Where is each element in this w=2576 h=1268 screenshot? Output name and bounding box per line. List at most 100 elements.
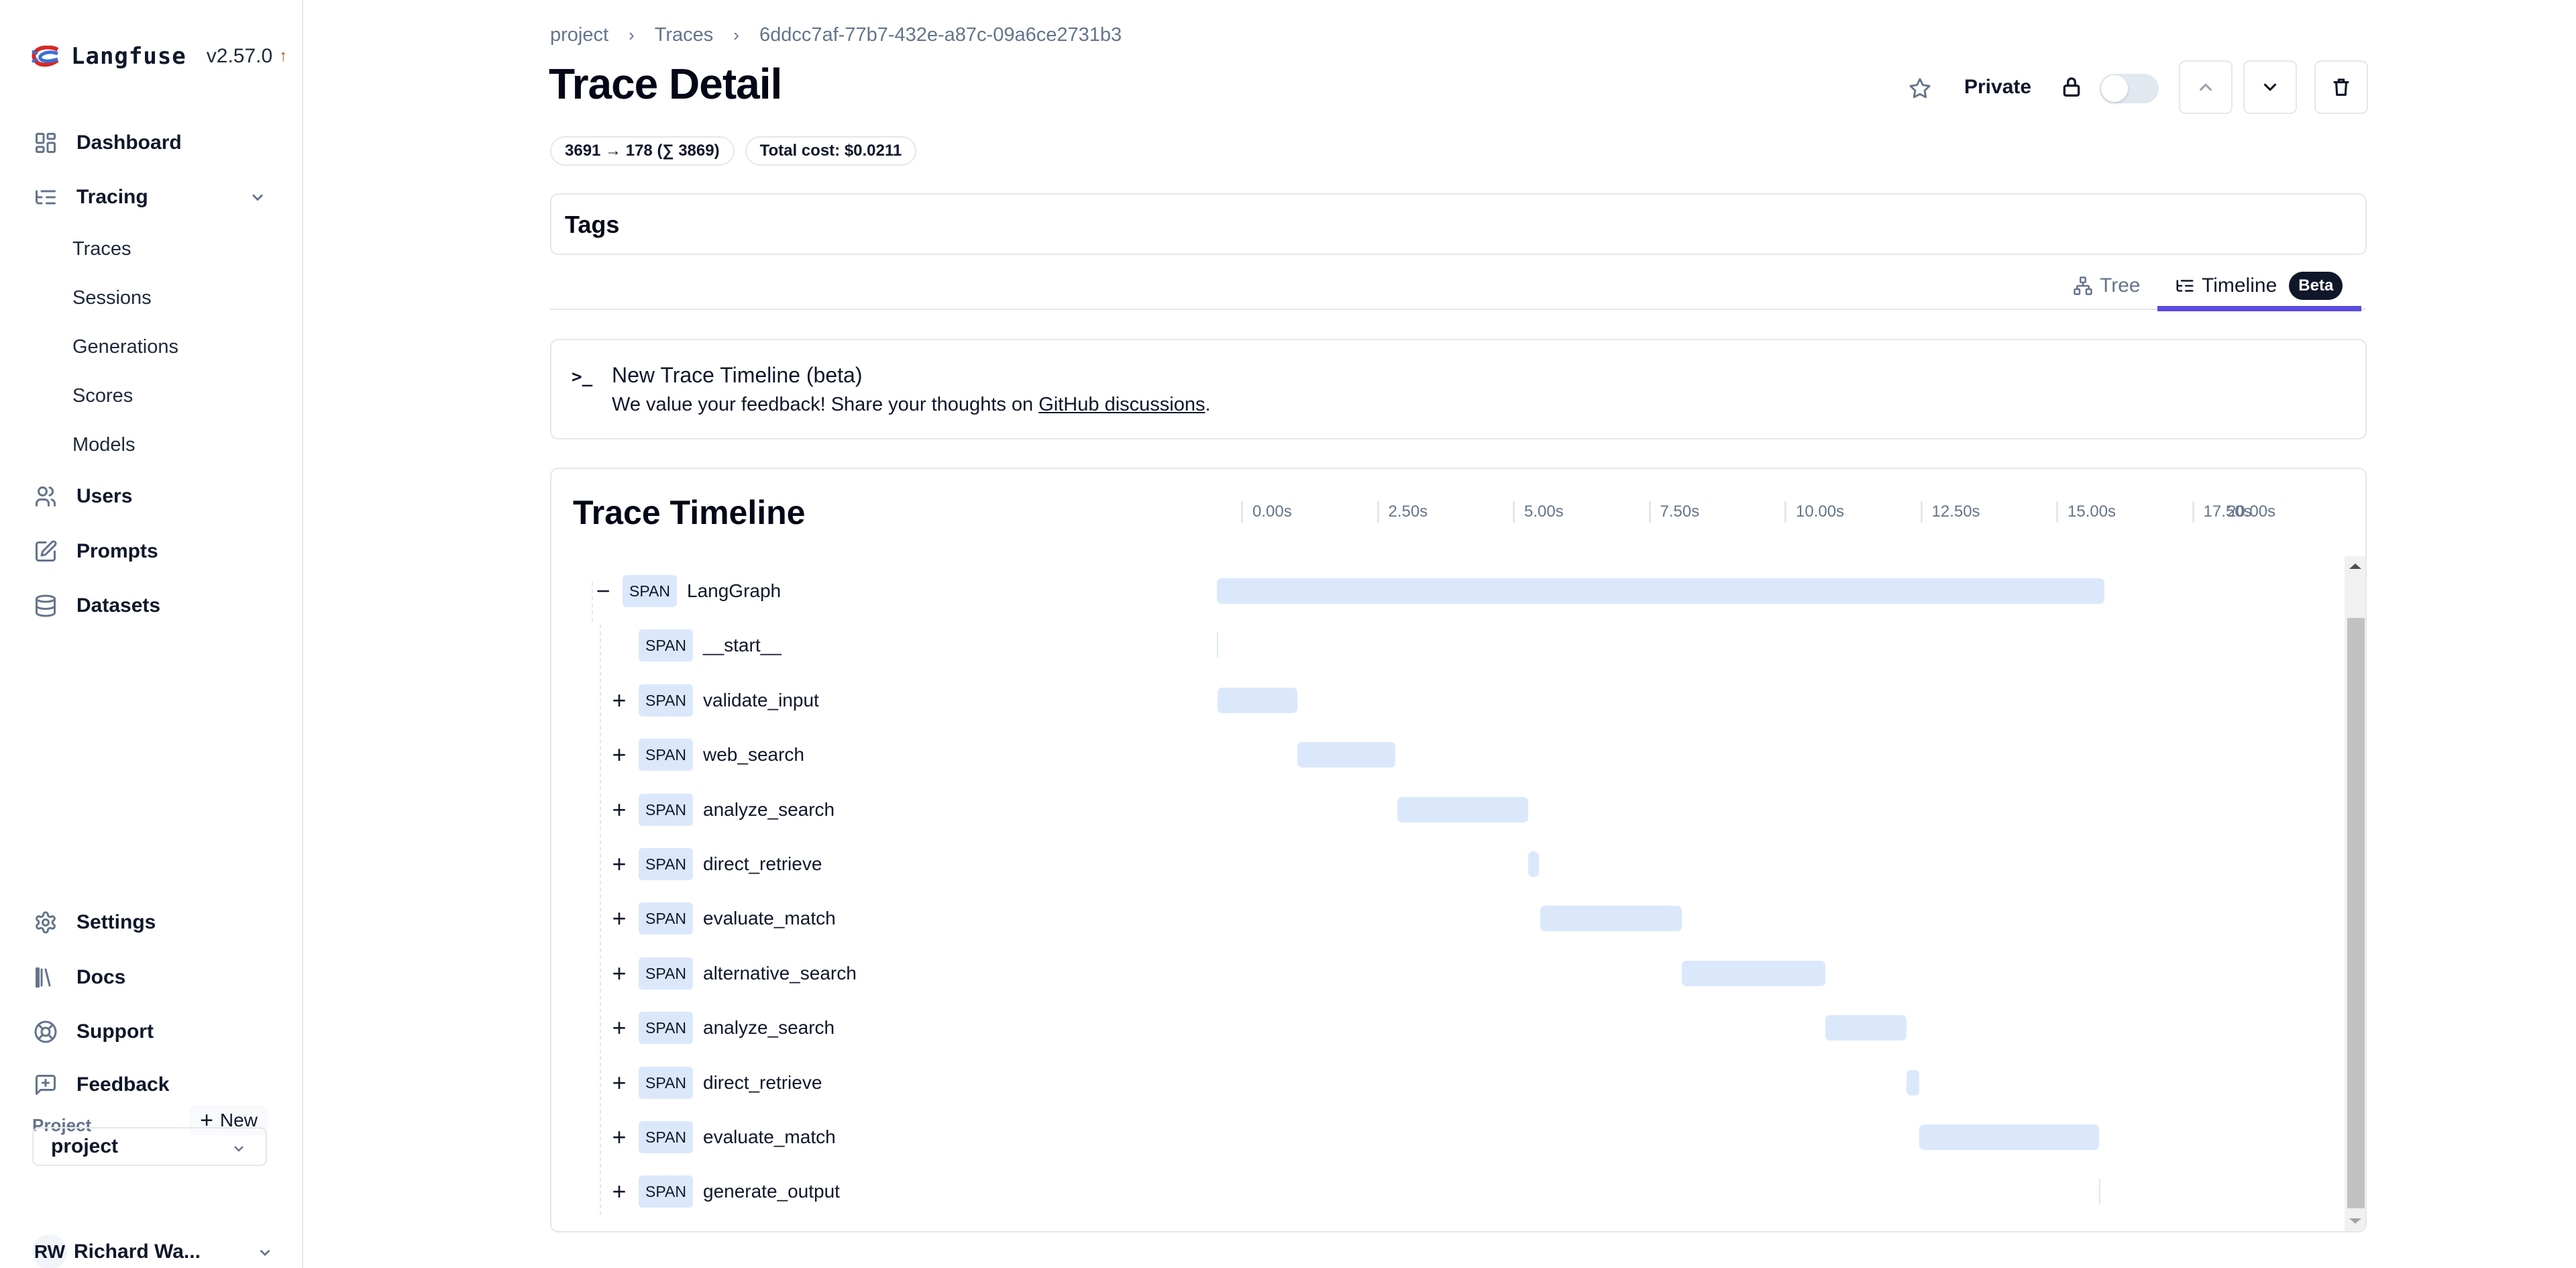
span-row[interactable]: + SPAN generate_output bbox=[551, 1171, 2336, 1212]
span-row[interactable]: + SPAN analyze_search bbox=[551, 790, 2336, 830]
sidebar-item-label: Dashboard bbox=[76, 131, 182, 154]
private-toggle[interactable] bbox=[2100, 74, 2159, 103]
span-name[interactable]: web_search bbox=[703, 741, 804, 768]
chevron-down-icon bbox=[231, 1139, 247, 1162]
span-row[interactable]: − SPAN LangGraph bbox=[551, 571, 2336, 611]
expand-icon[interactable]: + bbox=[609, 1013, 629, 1043]
span-row[interactable]: + SPAN evaluate_match bbox=[551, 898, 2336, 939]
span-row[interactable]: + SPAN validate_input bbox=[551, 680, 2336, 721]
span-bar[interactable] bbox=[1825, 1015, 1907, 1041]
sidebar-item-models[interactable]: Models bbox=[72, 430, 136, 460]
langfuse-logo-icon bbox=[32, 46, 59, 67]
span-name[interactable]: direct_retrieve bbox=[703, 851, 822, 878]
previous-trace-button[interactable] bbox=[2179, 60, 2233, 114]
sidebar-item-docs[interactable]: Docs bbox=[32, 957, 274, 998]
x-tick-label: 5.00s bbox=[1513, 501, 1564, 523]
span-type-badge: SPAN bbox=[639, 1175, 693, 1208]
span-bar[interactable] bbox=[1397, 796, 1529, 823]
span-row[interactable]: SPAN __start__ bbox=[551, 625, 2336, 666]
span-bar[interactable] bbox=[1217, 687, 1297, 713]
span-bar[interactable] bbox=[1217, 578, 2104, 604]
update-arrow-icon[interactable]: ↑ bbox=[279, 47, 287, 66]
expand-icon[interactable]: + bbox=[609, 959, 629, 988]
sidebar-item-label: Docs bbox=[76, 966, 126, 988]
scroll-up-button[interactable] bbox=[2345, 556, 2365, 576]
page-title: Trace Detail bbox=[549, 60, 782, 108]
sidebar-item-prompts[interactable]: Prompts bbox=[32, 531, 274, 572]
sidebar-item-scores[interactable]: Scores bbox=[72, 381, 133, 411]
span-type-badge: SPAN bbox=[639, 1066, 693, 1099]
github-discussions-link[interactable]: GitHub discussions bbox=[1038, 394, 1205, 415]
sidebar-item-traces[interactable]: Traces bbox=[72, 234, 131, 264]
sidebar-item-label: Feedback bbox=[76, 1073, 170, 1096]
delete-trace-button[interactable] bbox=[2314, 60, 2368, 114]
span-row[interactable]: + SPAN direct_retrieve bbox=[551, 1063, 2336, 1103]
span-bar[interactable] bbox=[1682, 960, 1826, 986]
span-row[interactable]: + SPAN analyze_search bbox=[551, 1008, 2336, 1048]
timeline-scrollbar[interactable] bbox=[2345, 556, 2365, 1231]
expand-icon[interactable]: + bbox=[609, 1068, 629, 1098]
toggle-knob bbox=[2101, 75, 2128, 102]
span-name[interactable]: evaluate_match bbox=[703, 905, 836, 932]
expand-icon[interactable]: + bbox=[609, 1177, 629, 1206]
span-name[interactable]: generate_output bbox=[703, 1178, 840, 1205]
span-bar[interactable] bbox=[1919, 1124, 2099, 1150]
x-tick-label: 2.50s bbox=[1377, 501, 1428, 523]
span-bar[interactable] bbox=[1217, 633, 1218, 659]
expand-icon[interactable]: + bbox=[609, 1122, 629, 1152]
sidebar-item-feedback[interactable]: Feedback bbox=[32, 1065, 274, 1105]
tab-timeline[interactable]: Timeline Beta bbox=[2157, 262, 2361, 311]
scroll-down-button[interactable] bbox=[2345, 1211, 2365, 1231]
user-menu[interactable]: RW Richard Wa... bbox=[32, 1233, 274, 1268]
sidebar-item-users[interactable]: Users bbox=[32, 476, 274, 517]
next-trace-button[interactable] bbox=[2243, 60, 2297, 114]
span-name[interactable]: direct_retrieve bbox=[703, 1069, 822, 1096]
scrollbar-thumb[interactable] bbox=[2347, 618, 2365, 1208]
sidebar-item-dashboard[interactable]: Dashboard bbox=[32, 123, 274, 163]
span-name[interactable]: analyze_search bbox=[703, 1014, 835, 1041]
sidebar-item-tracing[interactable]: Tracing bbox=[32, 177, 274, 217]
breadcrumb: project › Traces › 6ddcc7af-77b7-432e-a8… bbox=[550, 21, 1122, 48]
span-name[interactable]: analyze_search bbox=[703, 796, 835, 823]
breadcrumb-traces[interactable]: Traces bbox=[655, 24, 714, 46]
span-name[interactable]: evaluate_match bbox=[703, 1124, 836, 1151]
brand[interactable]: Langfuse v2.57.0 ↑ bbox=[31, 42, 287, 71]
sidebar-item-support[interactable]: Support bbox=[32, 1012, 274, 1052]
star-button[interactable] bbox=[1905, 74, 1935, 103]
expand-icon[interactable]: + bbox=[609, 740, 629, 770]
app-version: v2.57.0 bbox=[206, 45, 273, 67]
span-row[interactable]: + SPAN web_search bbox=[551, 735, 2336, 775]
span-bar[interactable] bbox=[1540, 906, 1682, 932]
list-tree-icon bbox=[2176, 280, 2194, 292]
expand-icon[interactable]: + bbox=[609, 904, 629, 933]
span-row[interactable]: + SPAN direct_retrieve bbox=[551, 844, 2336, 884]
expand-icon[interactable]: + bbox=[609, 795, 629, 825]
sidebar-item-sessions[interactable]: Sessions bbox=[72, 283, 152, 313]
sidebar-item-settings[interactable]: Settings bbox=[32, 902, 274, 943]
expand-icon[interactable]: + bbox=[609, 849, 629, 879]
tab-label: Tree bbox=[2100, 274, 2141, 297]
expand-icon[interactable]: + bbox=[609, 686, 629, 715]
span-name[interactable]: alternative_search bbox=[703, 960, 857, 987]
span-bar[interactable] bbox=[1528, 851, 1540, 877]
tab-tree[interactable]: Tree bbox=[2073, 262, 2141, 310]
span-name[interactable]: LangGraph bbox=[687, 578, 781, 604]
collapse-icon[interactable]: − bbox=[593, 576, 613, 606]
span-bar[interactable] bbox=[1297, 742, 1395, 768]
database-icon bbox=[32, 592, 59, 619]
active-tab-indicator bbox=[2157, 306, 2361, 311]
span-name[interactable]: __start__ bbox=[703, 632, 782, 659]
span-bar[interactable] bbox=[1906, 1069, 1920, 1096]
trash-icon bbox=[2333, 78, 2349, 96]
span-row[interactable]: + SPAN evaluate_match bbox=[551, 1117, 2336, 1157]
span-row[interactable]: + SPAN alternative_search bbox=[551, 953, 2336, 994]
span-type-badge: SPAN bbox=[639, 739, 693, 772]
user-name: Richard Wa... bbox=[74, 1240, 201, 1263]
project-select[interactable]: project bbox=[32, 1127, 267, 1166]
span-name[interactable]: validate_input bbox=[703, 687, 819, 714]
breadcrumb-project[interactable]: project bbox=[550, 24, 608, 46]
sidebar-item-generations[interactable]: Generations bbox=[72, 332, 178, 362]
sidebar-item-datasets[interactable]: Datasets bbox=[32, 586, 274, 626]
chevron-down-icon[interactable] bbox=[248, 188, 267, 207]
span-bar[interactable] bbox=[2099, 1179, 2101, 1205]
